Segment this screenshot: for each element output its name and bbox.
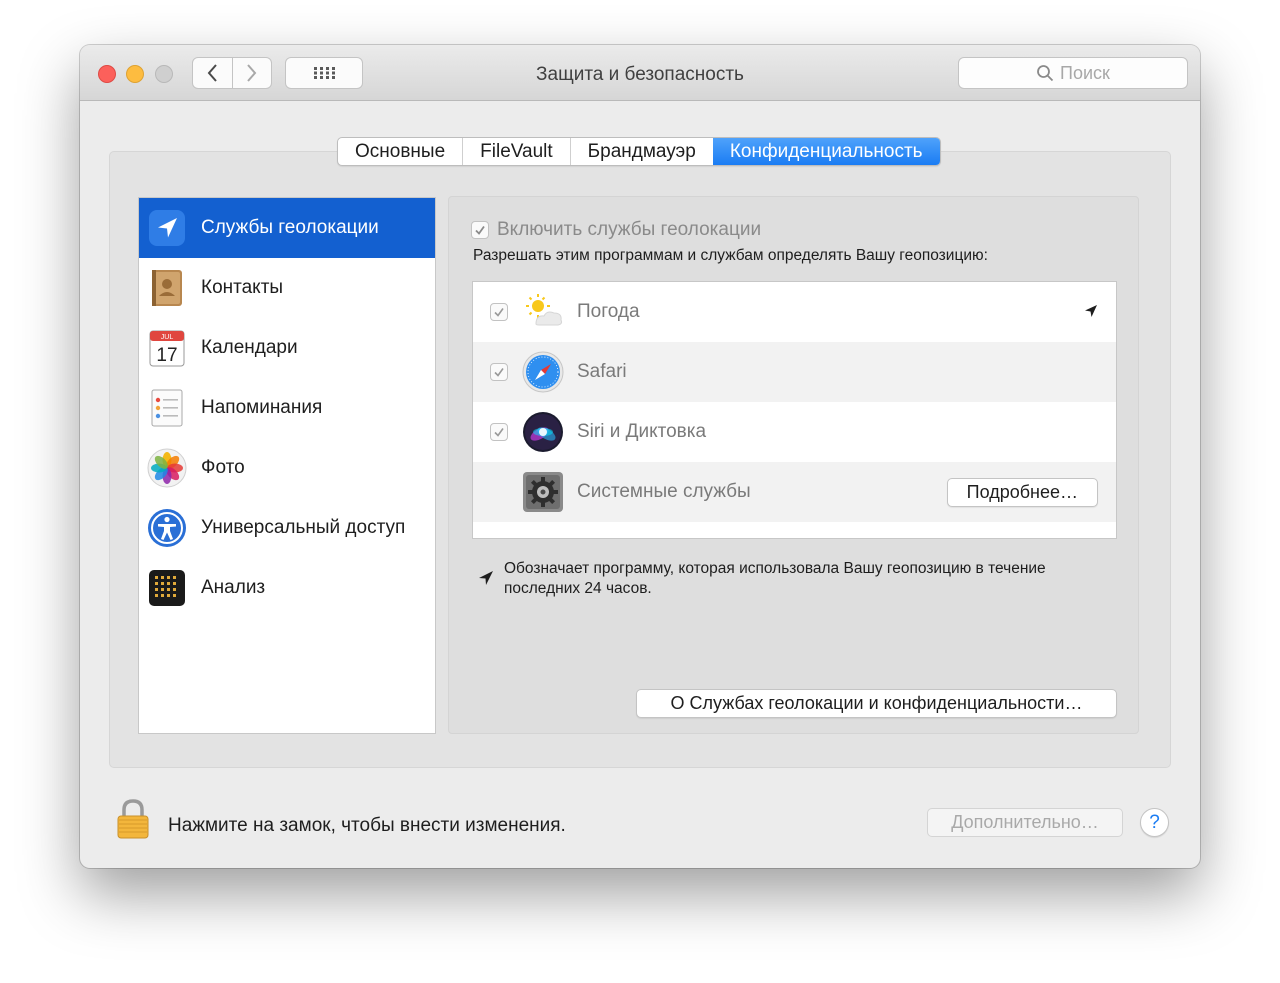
tab-filevault[interactable]: FileVault: [462, 138, 570, 165]
sidebar-item-label: Универсальный доступ: [201, 517, 406, 538]
enable-location-services-checkbox[interactable]: [471, 221, 489, 239]
lock-icon[interactable]: [115, 798, 151, 840]
reminders-icon: [147, 388, 187, 428]
sidebar-item-location-services[interactable]: Службы геолокации: [139, 198, 435, 258]
show-all-button[interactable]: [285, 57, 363, 89]
back-button[interactable]: [193, 58, 232, 88]
list-item: Siri и Диктовка: [473, 402, 1116, 462]
siri-icon: [523, 412, 563, 452]
location-services-pane: Включить службы геолокации Разрешать эти…: [448, 196, 1139, 734]
search-field[interactable]: Поиск: [958, 57, 1188, 89]
title-bar: Защита и безопасность Поиск: [80, 45, 1200, 101]
app-name: Погода: [577, 301, 640, 322]
safari-checkbox[interactable]: [490, 363, 508, 381]
sidebar-item-label: Контакты: [201, 277, 284, 298]
photos-flower-icon: [147, 448, 187, 488]
sidebar-item-photos[interactable]: Фото: [139, 438, 435, 498]
calendar-icon-day: 17: [156, 345, 177, 366]
list-item: Погода: [473, 282, 1116, 342]
zoom-window-button[interactable]: [155, 65, 173, 83]
location-apps-description: Разрешать этим программам и службам опре…: [473, 247, 988, 264]
location-arrow-icon: [479, 571, 493, 585]
contacts-book-icon: [147, 268, 187, 308]
tab-general[interactable]: Основные: [338, 138, 462, 165]
window-title: Защита и безопасность: [536, 64, 744, 85]
sidebar-item-label: Службы геолокации: [201, 217, 379, 238]
sidebar-item-label: Анализ: [201, 577, 266, 598]
weather-checkbox[interactable]: [490, 303, 508, 321]
siri-checkbox[interactable]: [490, 423, 508, 441]
chevron-right-icon: [246, 64, 257, 82]
privacy-category-list: Службы геолокации Контакты JUL 17 Календ…: [138, 197, 436, 734]
accessibility-icon: [147, 508, 187, 548]
enable-location-services-label: Включить службы геолокации: [497, 219, 762, 240]
list-item: Системные службы Подробнее…: [473, 462, 1116, 522]
list-item: Safari: [473, 342, 1116, 402]
sidebar-item-accessibility[interactable]: Универсальный доступ: [139, 498, 435, 558]
sidebar-item-calendars[interactable]: JUL 17 Календари: [139, 318, 435, 378]
location-arrow-icon: [147, 208, 187, 248]
app-name: Siri и Диктовка: [577, 421, 707, 442]
checkmark-icon: [475, 225, 485, 235]
checkmark-icon: [494, 428, 504, 437]
grid-icon: [314, 67, 335, 79]
sidebar-item-contacts[interactable]: Контакты: [139, 258, 435, 318]
search-placeholder: Поиск: [1060, 62, 1110, 83]
sidebar-item-label: Напоминания: [201, 397, 323, 418]
about-location-privacy-button[interactable]: О Службах геолокации и конфиденциальност…: [636, 689, 1117, 718]
app-name: Safari: [577, 361, 627, 382]
recent-location-arrow-icon: [1085, 305, 1097, 317]
recent-use-legend: Обозначает программу, которая использова…: [477, 559, 1114, 599]
tab-bar: Основные FileVault Брандмауэр Конфиденци…: [337, 137, 941, 166]
app-name: Системные службы: [577, 481, 751, 502]
location-app-list: Погода Safari Siri и Диктовка Системные …: [472, 281, 1117, 539]
checkmark-icon: [494, 368, 504, 377]
calendar-icon-month: JUL: [161, 334, 174, 341]
system-preferences-window: Защита и безопасность Поиск Основные Fil…: [80, 45, 1200, 868]
legend-text: Обозначает программу, которая использова…: [504, 560, 1046, 597]
safari-compass-icon: [522, 351, 564, 393]
chevron-left-icon: [207, 64, 218, 82]
enable-location-services-row: Включить службы геолокации: [471, 219, 761, 241]
system-gear-icon: [523, 472, 563, 512]
system-services-details-button[interactable]: Подробнее…: [946, 477, 1098, 507]
calendar-icon: JUL 17: [147, 328, 187, 368]
tab-firewall[interactable]: Брандмауэр: [569, 138, 713, 165]
sidebar-item-label: Календари: [201, 337, 298, 358]
sidebar-item-reminders[interactable]: Напоминания: [139, 378, 435, 438]
checkmark-icon: [494, 308, 504, 317]
lock-instruction: Нажмите на замок, чтобы внести изменения…: [168, 815, 566, 836]
back-forward-control: [192, 57, 272, 89]
sidebar-item-label: Фото: [201, 457, 245, 478]
sidebar-item-analytics[interactable]: Анализ: [139, 558, 435, 618]
minimize-window-button[interactable]: [126, 65, 144, 83]
tab-privacy[interactable]: Конфиденциальность: [712, 138, 940, 165]
forward-button[interactable]: [231, 58, 272, 88]
help-button[interactable]: ?: [1140, 808, 1169, 837]
advanced-button[interactable]: Дополнительно…: [927, 808, 1123, 837]
search-icon: [1037, 65, 1054, 82]
close-window-button[interactable]: [98, 65, 116, 83]
weather-icon: [526, 294, 563, 326]
analytics-icon: [147, 568, 187, 608]
